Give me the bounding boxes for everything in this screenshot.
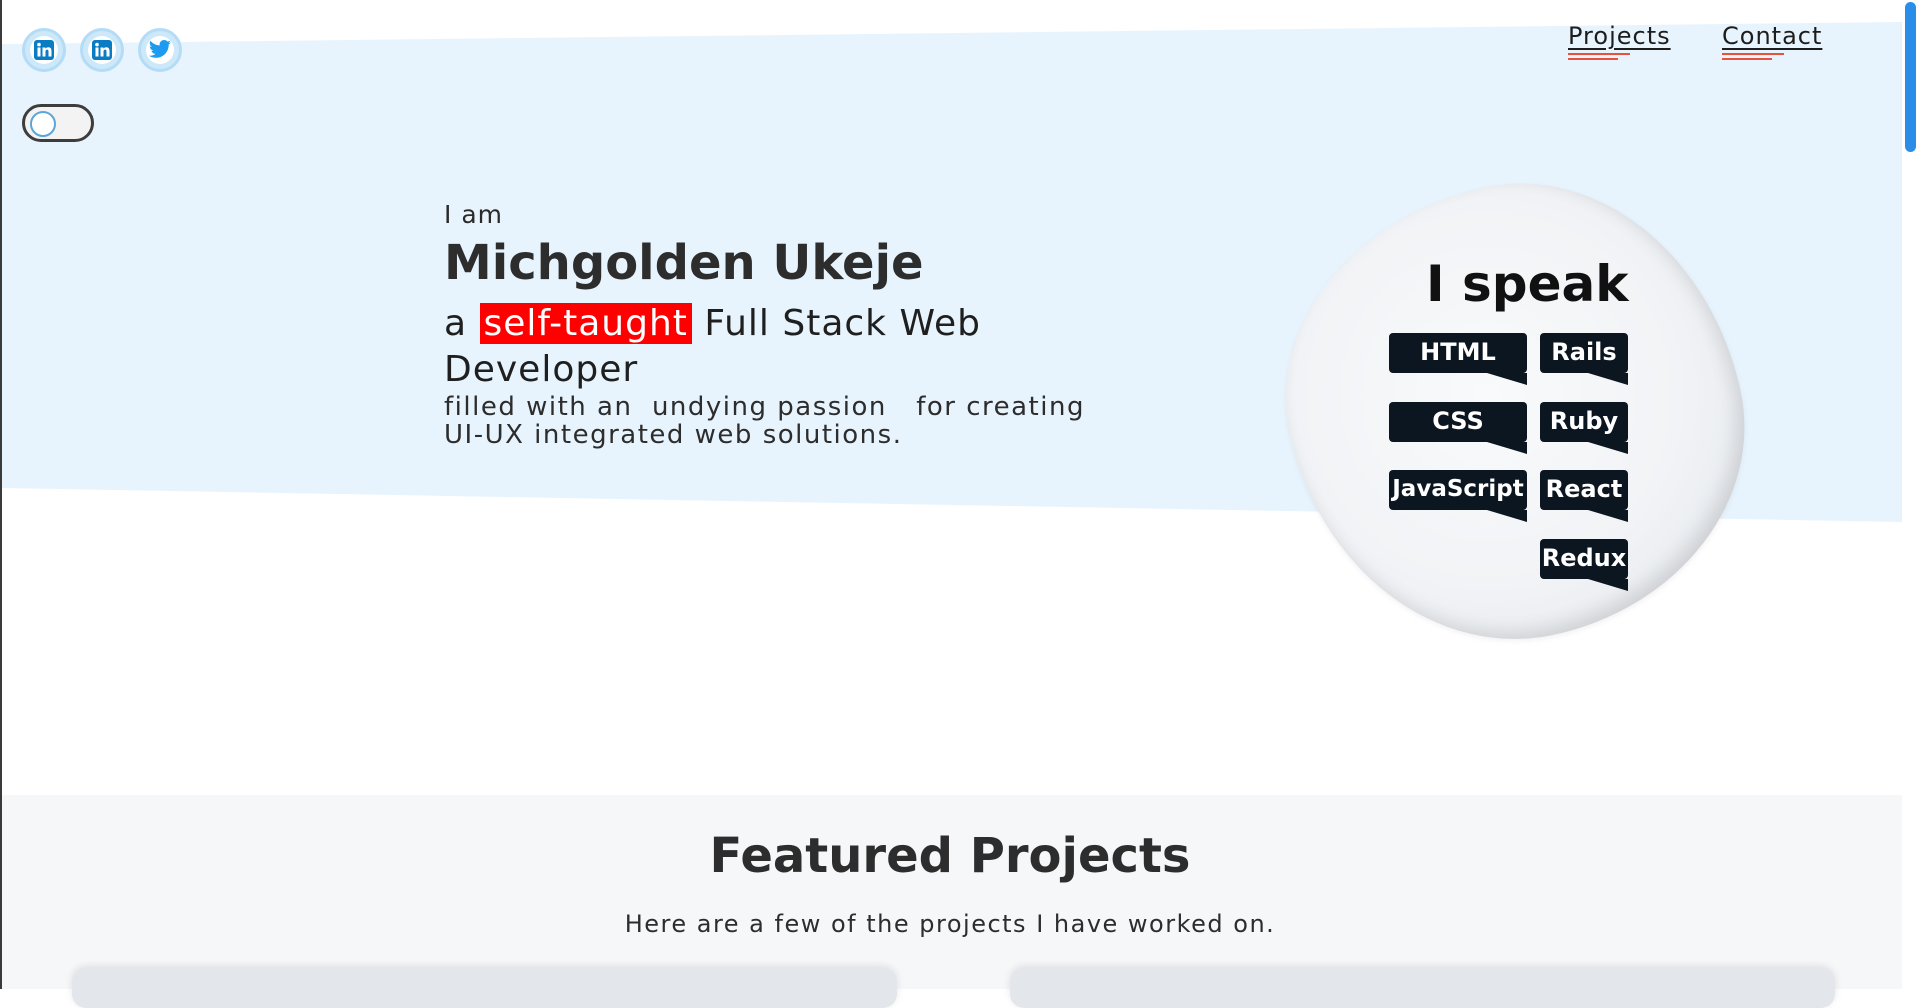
skill-tag-javascript: JavaScript — [1389, 470, 1527, 522]
projects-title: Featured Projects — [709, 828, 1191, 884]
skill-tag-html: HTML — [1389, 333, 1527, 385]
scrollbar-thumb[interactable] — [1905, 2, 1916, 152]
skills-title: I speak — [1426, 255, 1629, 313]
skill-tag-css: CSS — [1389, 402, 1527, 454]
hero-role: a self-taught Full Stack Web Developer — [444, 301, 1084, 393]
linkedin-link[interactable] — [22, 28, 66, 72]
skill-tag-react: React — [1540, 470, 1628, 522]
linkedin-link-2[interactable] — [80, 28, 124, 72]
twitter-icon — [146, 36, 174, 64]
intro-iam: I am — [444, 200, 503, 229]
twitter-link[interactable] — [138, 28, 182, 72]
scrollbar[interactable] — [1902, 0, 1919, 989]
skill-tag-rails: Rails — [1540, 333, 1628, 385]
project-card[interactable] — [72, 968, 897, 1008]
skill-tag-redux: Redux — [1540, 539, 1628, 591]
projects-subtitle: Here are a few of the projects I have wo… — [624, 910, 1276, 938]
hero-intro: I am Michgolden Ukeje a self-taught Full… — [444, 200, 1084, 449]
twitter-icon-svg — [149, 40, 171, 58]
hero-name: Michgolden Ukeje — [444, 235, 924, 291]
nav-projects-link[interactable]: Projects — [1568, 22, 1671, 50]
project-card[interactable] — [1010, 968, 1835, 1008]
nav-contact-link[interactable]: Contact — [1722, 22, 1822, 50]
nav-contact-underline — [1722, 53, 1784, 61]
linkedin-icon-svg — [92, 40, 112, 60]
toggle-knob — [30, 111, 56, 137]
hero-passion-line2: UI-UX integrated web solutions. — [444, 420, 903, 450]
role-highlight: self-taught — [479, 303, 692, 344]
linkedin-icon — [30, 36, 58, 64]
theme-toggle[interactable] — [22, 104, 94, 142]
skill-tag-ruby: Ruby — [1540, 402, 1628, 454]
projects-section — [2, 795, 1902, 989]
hero-passion-line1: filled with an undying passion for creat… — [444, 392, 1085, 422]
linkedin-icon-svg — [34, 40, 54, 60]
role-prefix: a — [444, 303, 468, 344]
nav-projects-underline — [1568, 53, 1630, 61]
linkedin-icon — [88, 36, 116, 64]
